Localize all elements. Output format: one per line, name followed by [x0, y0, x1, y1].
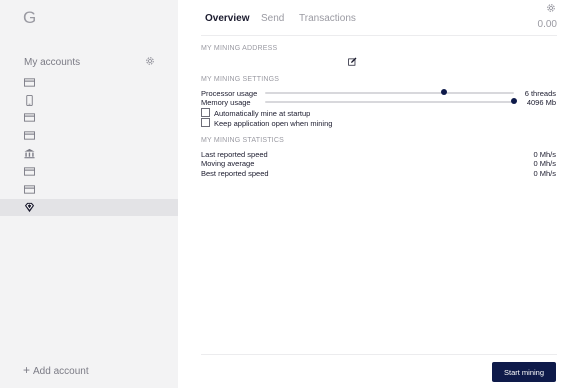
card-icon	[24, 185, 35, 194]
card-icon	[24, 78, 35, 87]
account-item-bank[interactable]	[0, 145, 178, 162]
balance-value: 0.00	[537, 19, 557, 30]
plus-icon: +	[23, 363, 31, 377]
keep-open-checkbox[interactable]: Keep application open when mining	[201, 118, 332, 128]
slider-track	[265, 101, 514, 103]
tab-overview[interactable]: Overview	[205, 13, 249, 24]
sidebar: G My accounts + Add account	[0, 0, 178, 388]
memory-usage-value: 4096 Mb	[526, 98, 556, 107]
account-item-card-3[interactable]	[0, 127, 178, 144]
account-item-card-1[interactable]	[0, 74, 178, 91]
accounts-title: My accounts	[24, 57, 81, 68]
account-item-card-5[interactable]	[0, 181, 178, 198]
card-icon	[24, 113, 35, 122]
card-icon	[24, 167, 35, 176]
processor-usage-label: Processor usage	[201, 89, 258, 98]
checkbox-box[interactable]	[201, 118, 210, 127]
keep-open-label: Keep application open when mining	[214, 119, 333, 128]
mining-settings-title: MY MINING SETTINGS	[201, 76, 280, 83]
balance-settings-gear-icon[interactable]	[546, 3, 556, 13]
slider-track	[265, 92, 514, 94]
best-speed-value: 0 Mh/s	[533, 169, 556, 178]
last-speed-label: Last reported speed	[201, 150, 268, 159]
start-mining-button[interactable]: Start mining	[492, 362, 556, 382]
divider	[201, 354, 557, 355]
tab-transactions[interactable]: Transactions	[299, 13, 356, 24]
main-panel: Overview Send Transactions 0.00 MY MININ…	[178, 0, 580, 388]
processor-usage-value: 6 threads	[524, 89, 556, 98]
account-item-phone[interactable]	[0, 92, 178, 109]
divider	[201, 35, 557, 36]
tab-send[interactable]: Send	[261, 13, 284, 24]
add-account-label: Add account	[33, 366, 89, 377]
add-account-button[interactable]: + Add account	[23, 363, 89, 377]
bank-icon	[24, 148, 35, 159]
last-speed-value: 0 Mh/s	[533, 150, 556, 159]
account-item-card-2[interactable]	[0, 109, 178, 126]
edit-icon[interactable]	[348, 57, 357, 66]
mining-statistics-title: MY MINING STATISTICS	[201, 137, 284, 144]
accounts-settings-gear-icon[interactable]	[145, 56, 155, 66]
card-icon	[24, 131, 35, 140]
account-item-card-4[interactable]	[0, 163, 178, 180]
moving-average-label: Moving average	[201, 159, 255, 168]
memory-usage-slider[interactable]	[265, 98, 517, 106]
checkbox-box[interactable]	[201, 108, 210, 117]
app-logo: G	[23, 8, 37, 27]
best-speed-label: Best reported speed	[201, 169, 269, 178]
mining-address-title: MY MINING ADDRESS	[201, 45, 278, 52]
auto-mine-label: Automatically mine at startup	[214, 109, 311, 118]
processor-usage-slider[interactable]	[265, 89, 514, 97]
memory-usage-label: Memory usage	[201, 98, 251, 107]
slider-thumb[interactable]	[441, 89, 448, 95]
account-item-mining[interactable]	[0, 199, 178, 216]
phone-icon	[26, 95, 33, 106]
diamond-icon	[24, 202, 35, 213]
moving-average-value: 0 Mh/s	[533, 159, 556, 168]
auto-mine-checkbox[interactable]: Automatically mine at startup	[201, 108, 310, 118]
slider-thumb[interactable]	[511, 98, 517, 104]
